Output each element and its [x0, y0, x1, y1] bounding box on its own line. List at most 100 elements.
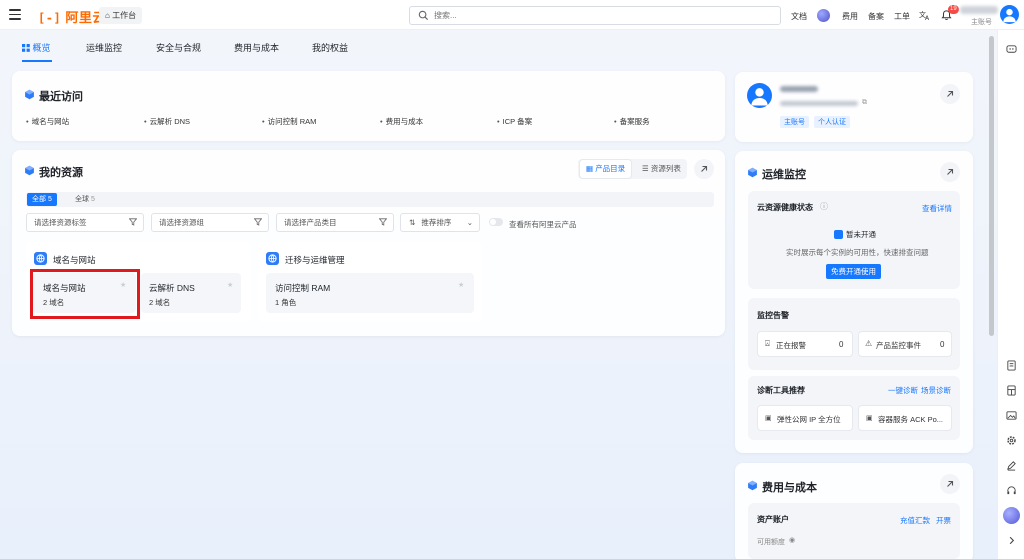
menu-icon[interactable] — [9, 9, 21, 21]
asset-title: 资产账户 — [757, 515, 789, 524]
page-scrollbar[interactable] — [989, 36, 994, 336]
avatar-person-icon — [751, 88, 768, 106]
alarm-title: 监控告警 — [757, 311, 789, 320]
tag-select-placeholder: 请选择资源标签 — [34, 218, 87, 227]
view-list-label: 资源列表 — [650, 164, 681, 173]
profile-avatar[interactable] — [747, 83, 772, 108]
scope-strip — [26, 192, 714, 207]
chevron-right-icon[interactable] — [1006, 535, 1017, 546]
image-icon[interactable] — [1006, 410, 1017, 421]
show-all-toggle[interactable] — [489, 218, 503, 226]
gear-icon[interactable] — [1006, 435, 1017, 446]
alarm-item-value: 0 — [940, 340, 945, 349]
headset-icon[interactable] — [1006, 485, 1017, 496]
feedback-icon[interactable] — [1006, 44, 1017, 55]
scope-all-chip[interactable]: 全部 5 — [27, 193, 57, 206]
top-bar: [-] 阿里云 ⌂ 工作台 文档 费用 备案 工单 文A 19 主账号 — [0, 0, 1024, 30]
tab-security[interactable]: 安全与合规 — [156, 41, 201, 54]
diag-scene-link[interactable]: 场景诊断 — [921, 385, 951, 396]
top-link-ticket[interactable]: 工单 — [894, 11, 910, 22]
monitor-expand-button[interactable] — [940, 162, 960, 182]
account-type-tag: 主账号 — [780, 116, 809, 128]
cube-icon — [748, 480, 757, 491]
grid-icon: ▦ — [586, 164, 594, 173]
language-icon[interactable]: 文A — [919, 9, 931, 21]
document-icon[interactable] — [1006, 360, 1017, 371]
health-detail-link[interactable]: 查看详情 — [922, 203, 952, 214]
recent-item-domain[interactable]: 域名与网站 — [26, 116, 70, 127]
diag-item-ack[interactable]: ▣ 容器服务 ACK Po... — [858, 405, 952, 431]
top-link-docs[interactable]: 文档 — [791, 11, 807, 22]
copy-icon[interactable]: ⧉ — [862, 99, 867, 107]
asset-box — [748, 503, 960, 559]
info-icon — [834, 230, 843, 239]
cube-icon — [748, 167, 757, 178]
active-tab-indicator — [22, 60, 52, 62]
cost-expand-button[interactable] — [940, 474, 960, 494]
aliyun-logo[interactable]: [-] 阿里云 — [38, 7, 106, 26]
account-type-label: 主账号 — [971, 19, 992, 26]
workbench-button[interactable]: ⌂ 工作台 — [99, 7, 143, 24]
diag-item-eip[interactable]: ▣ 弹性公网 IP 全方位 — [757, 405, 853, 431]
monitor-title: 运维监控 — [762, 169, 806, 181]
user-avatar[interactable] — [1000, 5, 1019, 24]
tab-cost[interactable]: 费用与成本 — [234, 41, 279, 54]
recent-item-dns[interactable]: 云解析 DNS — [144, 116, 190, 127]
profile-expand-button[interactable] — [940, 84, 960, 104]
tag-select[interactable]: 请选择资源标签 — [26, 213, 144, 232]
tab-ops-monitor[interactable]: 运维监控 — [86, 41, 122, 54]
tab-overview-label: 概览 — [32, 43, 51, 53]
overview-icon — [22, 44, 30, 52]
resources-title: 我的资源 — [39, 167, 83, 179]
view-catalog-label: 产品目录 — [595, 164, 626, 173]
tab-benefits[interactable]: 我的权益 — [312, 41, 348, 54]
star-icon[interactable]: ★ — [458, 281, 464, 289]
filter-icon — [379, 218, 387, 226]
category-select[interactable]: 请选择产品类目 — [276, 213, 394, 232]
top-link-icp[interactable]: 备案 — [868, 11, 884, 22]
arrow-up-right-icon — [947, 168, 954, 175]
tab-overview[interactable]: 概览 — [22, 41, 51, 54]
search-box[interactable] — [409, 6, 781, 25]
arrow-up-right-icon — [947, 90, 954, 97]
top-link-billing[interactable]: 费用 — [842, 11, 858, 22]
recent-item-ram[interactable]: 访问控制 RAM — [262, 116, 317, 127]
diag-oneclick-link[interactable]: 一键诊断 — [888, 385, 918, 396]
verify-tag[interactable]: 个人认证 — [814, 116, 850, 128]
view-list-button[interactable]: ☰ 资源列表 — [636, 160, 687, 178]
alarm-item-value: 0 — [839, 340, 844, 349]
group-select[interactable]: 请选择资源组 — [151, 213, 269, 232]
globe-icon — [34, 252, 47, 265]
profile-name-redacted — [780, 86, 818, 92]
show-all-label: 查看所有阿里云产品 — [509, 220, 577, 229]
alarm-item-label: 正在报警 — [776, 341, 806, 350]
recent-item-filing[interactable]: 备案服务 — [614, 116, 650, 127]
scope-global-chip[interactable]: 全球 5 — [71, 193, 99, 206]
sort-select[interactable]: ⇅ 推荐排序 ⌄ — [400, 213, 480, 232]
search-input[interactable] — [434, 9, 764, 22]
ai-assistant-icon[interactable] — [1003, 507, 1020, 524]
help-icon[interactable]: ⓘ — [820, 201, 828, 212]
alarm-item-events[interactable]: ⚠ 产品监控事件 0 — [858, 331, 952, 357]
star-icon[interactable]: ★ — [227, 281, 233, 289]
search-icon — [418, 10, 429, 21]
alarm-item-firing[interactable]: ⍓ 正在报警 0 — [757, 331, 853, 357]
recharge-link[interactable]: 充值汇款 — [900, 515, 930, 526]
edit-icon[interactable] — [1006, 460, 1017, 471]
recent-item-icp[interactable]: ICP 备案 — [497, 116, 532, 127]
resources-expand-button[interactable] — [694, 159, 714, 179]
invoice-link[interactable]: 开票 — [936, 515, 951, 526]
tool-icon: ▣ — [765, 415, 772, 422]
eye-icon[interactable]: ◉ — [789, 536, 795, 544]
view-catalog-button[interactable]: ▦ 产品目录 — [580, 160, 632, 178]
enable-free-button[interactable]: 免费开通使用 — [826, 264, 881, 279]
assistant-icon[interactable] — [817, 9, 830, 22]
health-status: 暂未开通 — [846, 230, 876, 239]
recent-item-cost[interactable]: 费用与成本 — [380, 116, 424, 127]
calculator-icon[interactable] — [1006, 385, 1017, 396]
workbench-label: 工作台 — [112, 11, 137, 20]
profile-id-redacted — [780, 101, 858, 106]
right-rail — [997, 30, 1024, 559]
filter-icon — [254, 218, 262, 226]
list-icon: ☰ — [642, 164, 649, 173]
